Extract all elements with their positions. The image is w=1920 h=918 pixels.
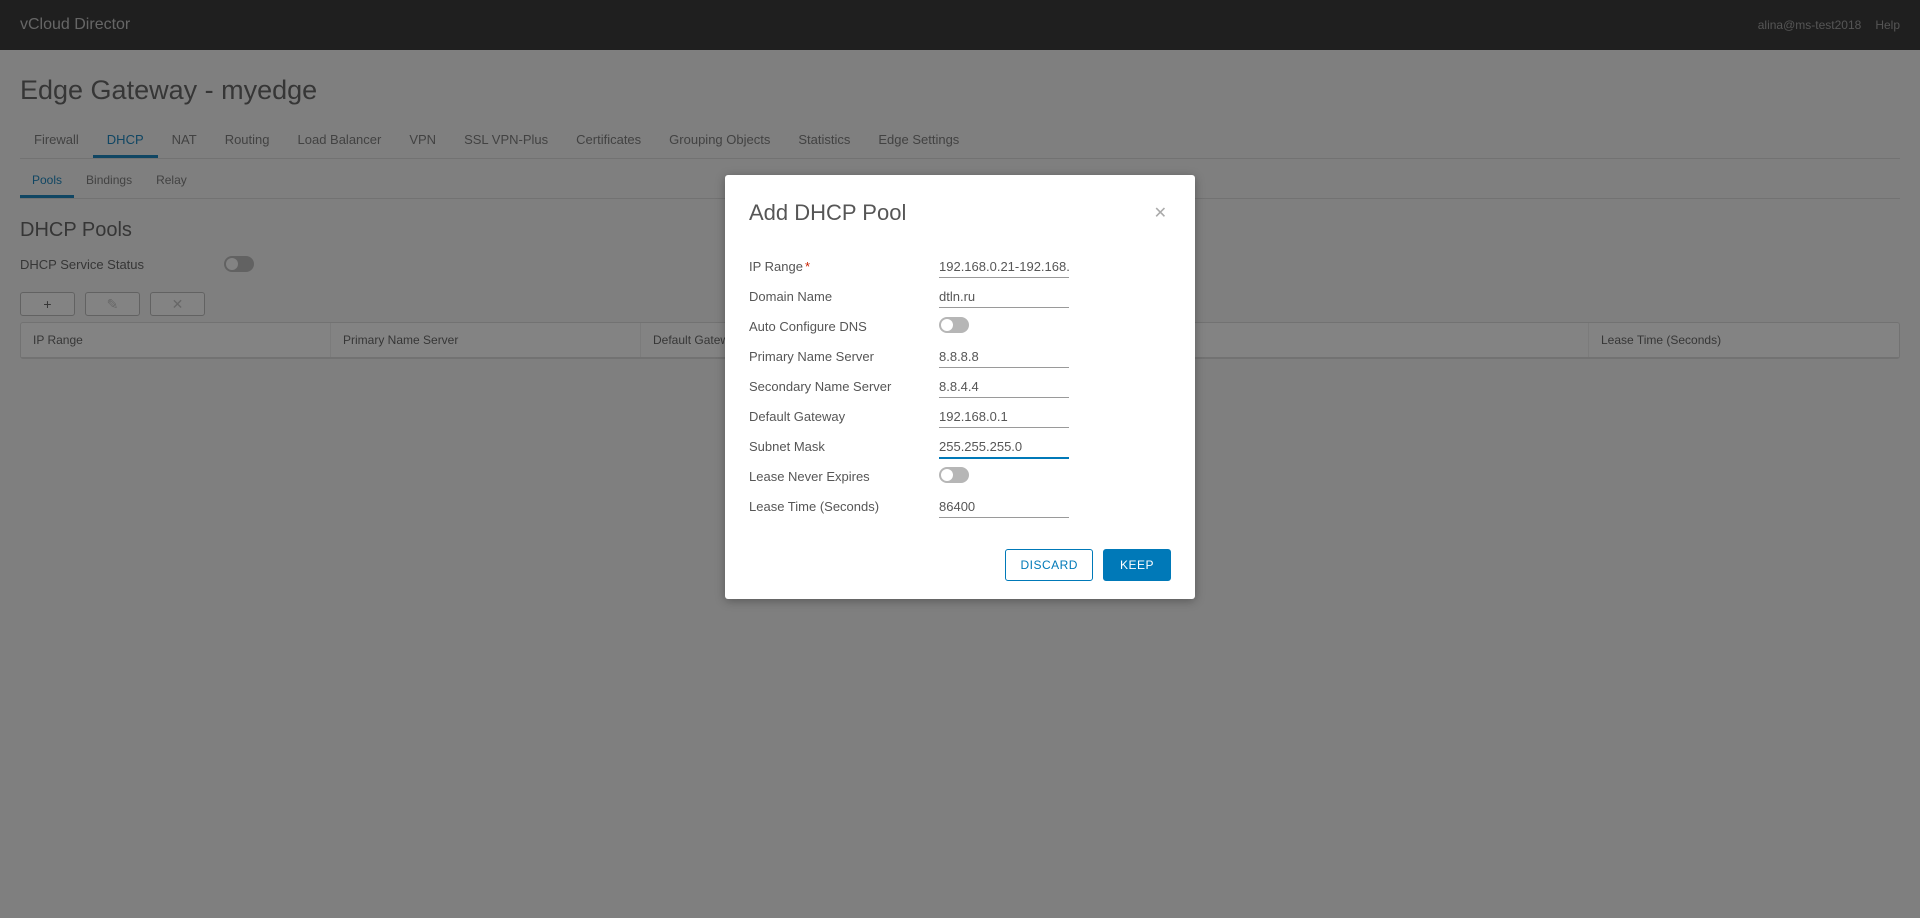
- primary-ns-input[interactable]: [939, 345, 1069, 368]
- row-primary-ns: Primary Name Server: [749, 342, 1171, 371]
- label-auto-dns: Auto Configure DNS: [749, 319, 939, 334]
- domain-name-input[interactable]: [939, 285, 1069, 308]
- add-dhcp-pool-modal: Add DHCP Pool ✕ IP Range* Domain Name Au…: [725, 175, 1195, 599]
- ip-range-input[interactable]: [939, 255, 1069, 278]
- default-gw-input[interactable]: [939, 405, 1069, 428]
- row-domain-name: Domain Name: [749, 282, 1171, 311]
- label-lease-never: Lease Never Expires: [749, 469, 939, 484]
- subnet-mask-input[interactable]: [939, 435, 1069, 458]
- label-subnet-mask: Subnet Mask: [749, 439, 939, 454]
- auto-dns-toggle[interactable]: [939, 317, 969, 333]
- lease-time-input[interactable]: [939, 495, 1069, 518]
- label-lease-time: Lease Time (Seconds): [749, 499, 939, 514]
- row-subnet-mask: Subnet Mask: [749, 432, 1171, 461]
- modal-title: Add DHCP Pool: [749, 200, 906, 226]
- modal-actions: DISCARD KEEP: [749, 549, 1171, 581]
- discard-button[interactable]: DISCARD: [1005, 549, 1093, 581]
- label-ip-range: IP Range*: [749, 259, 939, 274]
- modal-header: Add DHCP Pool ✕: [749, 199, 1171, 227]
- label-primary-ns: Primary Name Server: [749, 349, 939, 364]
- keep-button[interactable]: KEEP: [1103, 549, 1171, 581]
- row-default-gw: Default Gateway: [749, 402, 1171, 431]
- row-secondary-ns: Secondary Name Server: [749, 372, 1171, 401]
- row-lease-time: Lease Time (Seconds): [749, 492, 1171, 521]
- secondary-ns-input[interactable]: [939, 375, 1069, 398]
- label-default-gw: Default Gateway: [749, 409, 939, 424]
- lease-never-toggle[interactable]: [939, 467, 969, 483]
- row-lease-never: Lease Never Expires: [749, 462, 1171, 491]
- row-auto-dns: Auto Configure DNS: [749, 312, 1171, 341]
- label-domain-name: Domain Name: [749, 289, 939, 304]
- label-secondary-ns: Secondary Name Server: [749, 379, 939, 394]
- row-ip-range: IP Range*: [749, 252, 1171, 281]
- close-icon[interactable]: ✕: [1150, 199, 1171, 227]
- modal-overlay: Add DHCP Pool ✕ IP Range* Domain Name Au…: [0, 0, 1920, 918]
